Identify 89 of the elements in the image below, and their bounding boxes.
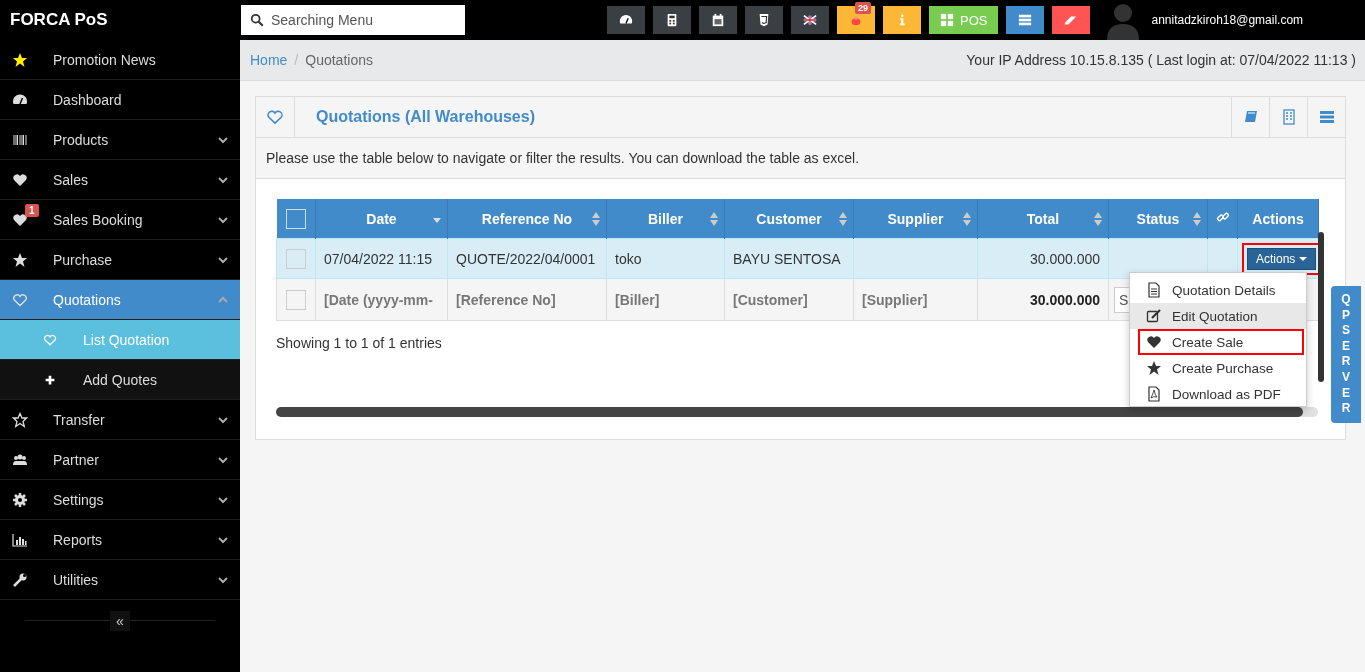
count-badge: 1 <box>25 204 39 217</box>
side-tab[interactable]: QP SERVER <box>1331 286 1361 423</box>
row-checkbox[interactable] <box>286 289 306 310</box>
sidebar-item[interactable]: Reports <box>0 520 240 560</box>
chart-icon <box>12 531 28 548</box>
sort-icon <box>710 211 718 227</box>
sidebar-item[interactable]: Settings <box>0 480 240 520</box>
heart-icon <box>12 211 28 228</box>
calendar-icon <box>711 13 725 27</box>
sidebar-item[interactable]: Products <box>0 120 240 160</box>
list-icon <box>1018 13 1033 27</box>
user-email[interactable]: annitadzkiroh18@gmail.com <box>1151 13 1304 27</box>
app-logo: FORCA PoS <box>10 10 108 29</box>
heart-icon <box>266 108 284 126</box>
list-icon <box>1318 109 1335 125</box>
table-cell: toko <box>615 250 642 267</box>
menu-item[interactable]: Create Purchase <box>1130 355 1306 381</box>
sort-icon <box>592 211 600 227</box>
total-cell: 30.000.000 <box>1029 291 1100 308</box>
menu-item[interactable]: Quotation Details <box>1130 277 1306 303</box>
menu-item[interactable]: Download as PDF <box>1130 381 1306 406</box>
column-header[interactable]: Status <box>1136 210 1180 227</box>
toolbar-button[interactable] <box>699 6 737 34</box>
caret-icon <box>1299 256 1308 261</box>
ip-info: Your IP Address 10.15.8.135 ( Last login at: 07/04/2022 11:13 ) <box>966 52 1356 68</box>
column-header[interactable]: Biller <box>648 210 683 227</box>
calculator-icon <box>665 13 679 27</box>
table-cell: 07/04/2022 11:15 <box>324 250 432 267</box>
sort-icon <box>1094 211 1102 227</box>
flag-icon <box>803 13 817 27</box>
sidebar-item[interactable]: Partner <box>0 440 240 480</box>
heart-icon <box>12 291 28 308</box>
link-icon <box>1216 210 1230 224</box>
sort-icon <box>839 211 847 227</box>
heart-icon <box>43 332 57 347</box>
toolbar-button[interactable] <box>791 6 829 34</box>
column-header[interactable]: Total <box>1026 210 1060 227</box>
grid-icon <box>940 13 954 27</box>
filter-label[interactable]: [Biller] <box>615 291 660 308</box>
star-icon <box>12 411 28 428</box>
column-header[interactable]: Date <box>366 210 397 227</box>
heart-icon <box>12 171 28 188</box>
sidebar-subitem[interactable]: Add Quotes <box>0 360 240 400</box>
menu-item[interactable]: Create Sale <box>1138 329 1304 355</box>
toolbar-button[interactable] <box>607 6 645 34</box>
table-cell: QUOTE/2022/04/0001 <box>456 250 596 267</box>
star-icon <box>1146 360 1162 376</box>
shield-icon <box>757 13 771 27</box>
settings-icon <box>12 491 28 508</box>
star-icon <box>12 51 28 68</box>
table-cell: 30.000.000 <box>1029 250 1100 267</box>
sidebar-item[interactable]: Sales <box>0 160 240 200</box>
sidebar-item[interactable]: Transfer <box>0 400 240 440</box>
book-icon <box>1242 109 1259 125</box>
breadcrumb-current: Quotations <box>305 52 373 68</box>
edit-icon <box>1146 308 1162 324</box>
horizontal-scrollbar[interactable] <box>276 407 1318 417</box>
sidebar-item[interactable]: Dashboard <box>0 80 240 120</box>
toolbar-button[interactable] <box>745 6 783 34</box>
sort-icon <box>1193 211 1201 227</box>
building-icon <box>1280 109 1297 125</box>
sort-icon <box>963 211 971 227</box>
sidebar-item[interactable]: 1 Sales Booking <box>0 200 240 240</box>
breadcrumb-separator: / <box>294 52 299 68</box>
column-header[interactable]: Supplier <box>887 210 944 227</box>
row-checkbox[interactable] <box>286 248 306 269</box>
pdf-icon <box>1146 386 1162 402</box>
sidebar-item[interactable]: Quotations <box>0 280 240 320</box>
panel-description: Please use the table below to navigate or filter the results. You can download the table as excel. <box>266 150 860 166</box>
menu-item[interactable]: Edit Quotation <box>1130 303 1306 329</box>
toolbar-button[interactable] <box>653 6 691 34</box>
search-field[interactable]: Searching Menu <box>241 5 465 35</box>
select-all-checkbox[interactable] <box>285 208 306 229</box>
vertical-scrollbar[interactable] <box>1318 232 1324 382</box>
collapse-button[interactable]: « <box>110 611 130 631</box>
sidebar-item[interactable]: Utilities <box>0 560 240 600</box>
star-icon <box>12 251 28 268</box>
heart-icon <box>1146 334 1162 350</box>
actions-button[interactable]: Actions <box>1247 247 1317 270</box>
gauge-icon <box>619 13 633 27</box>
document-icon <box>1146 282 1162 298</box>
wrench-icon <box>12 571 28 588</box>
toolbar-button[interactable] <box>1052 6 1091 34</box>
toolbar-button[interactable] <box>1006 6 1045 34</box>
table-cell: BAYU SENTOSA <box>733 250 841 267</box>
panel-title: Quotations (All Warehouses) <box>316 108 535 126</box>
sort-icon <box>433 218 441 223</box>
table-info: Showing 1 to 1 of 1 entries <box>276 335 442 351</box>
notification-badge: 29 <box>855 2 871 14</box>
